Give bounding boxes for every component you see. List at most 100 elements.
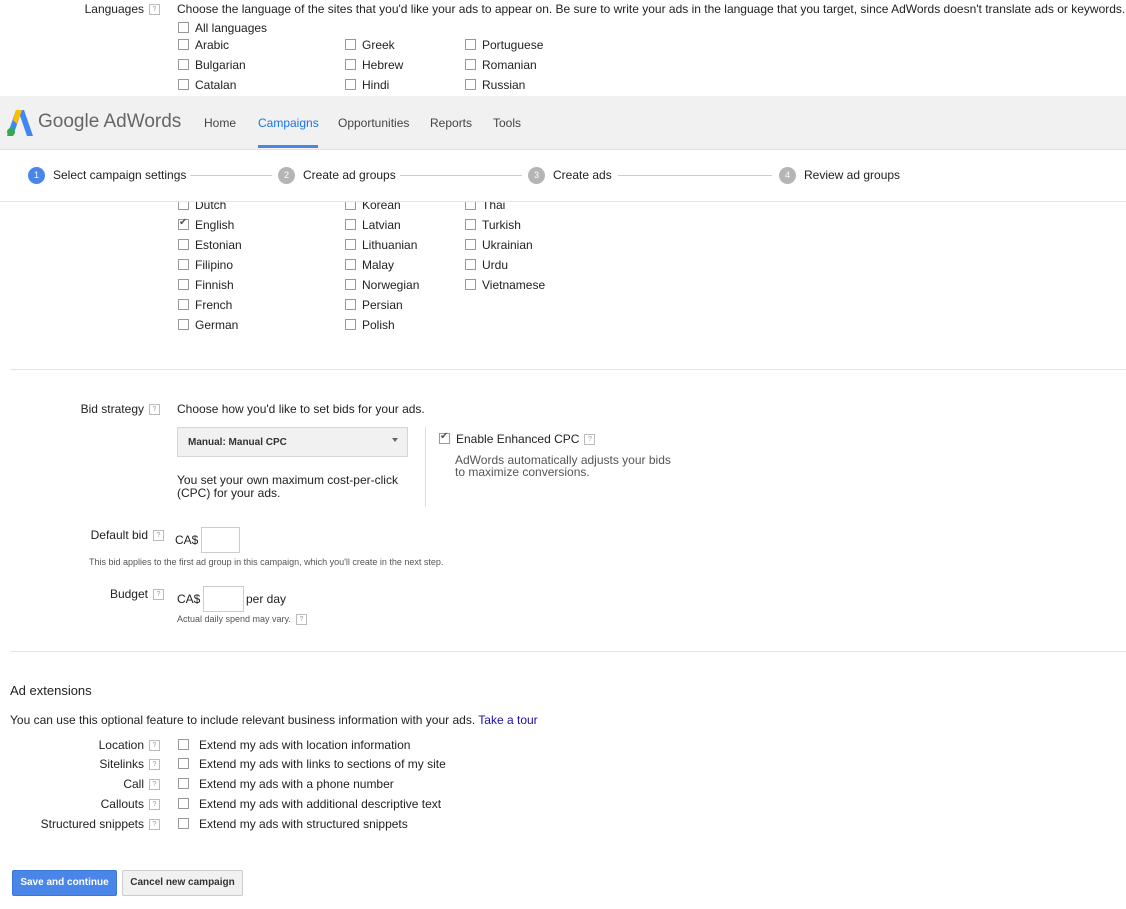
language-option-all[interactable]: All languages (178, 21, 267, 35)
checkbox-icon[interactable] (178, 59, 189, 71)
help-icon[interactable]: ? (149, 779, 160, 791)
checkbox-icon[interactable] (178, 778, 189, 790)
checkbox-icon[interactable] (465, 79, 476, 91)
help-icon[interactable]: ? (295, 614, 307, 626)
language-option[interactable]: Norwegian (345, 278, 419, 292)
checkbox-icon[interactable] (465, 279, 476, 291)
checkbox-checked-icon[interactable] (439, 431, 450, 445)
checkbox-icon[interactable] (345, 259, 356, 271)
languages-description: Choose the language of the sites that yo… (177, 2, 1126, 16)
nav-reports[interactable]: Reports (430, 116, 472, 130)
language-option[interactable]: German (178, 318, 238, 332)
checkbox-icon[interactable] (178, 798, 189, 810)
language-option[interactable]: Arabic (178, 38, 229, 52)
checkbox-checked-icon[interactable] (178, 217, 189, 231)
language-option[interactable]: Hebrew (345, 58, 403, 72)
checkbox-icon[interactable] (465, 259, 476, 271)
language-option[interactable]: Turkish (465, 218, 521, 232)
checkbox-icon[interactable] (465, 39, 476, 51)
help-icon[interactable]: ? (153, 530, 164, 542)
language-option[interactable]: Polish (345, 318, 395, 332)
language-option[interactable]: Greek (345, 38, 395, 52)
ad-extension-option[interactable]: Extend my ads with structured snippets (178, 817, 408, 831)
ad-extension-option[interactable]: Extend my ads with links to sections of … (178, 757, 446, 771)
bid-strategy-description: Choose how you'd like to set bids for yo… (177, 402, 425, 416)
checkbox-icon[interactable] (178, 818, 189, 830)
language-option[interactable]: Persian (345, 298, 403, 312)
help-icon[interactable]: ? (149, 4, 160, 16)
checkbox-icon[interactable] (345, 79, 356, 91)
bid-strategy-select[interactable]: Manual: Manual CPC (177, 427, 408, 457)
checkbox-icon[interactable] (178, 259, 189, 271)
checkbox-icon[interactable] (465, 59, 476, 71)
checkbox-icon[interactable] (345, 279, 356, 291)
checkbox-icon[interactable] (178, 299, 189, 311)
ad-extension-option[interactable]: Extend my ads with additional descriptiv… (178, 797, 441, 811)
budget-input[interactable] (203, 586, 244, 612)
language-option[interactable]: Latvian (345, 218, 401, 232)
language-option[interactable]: Ukrainian (465, 238, 533, 252)
checkbox-icon[interactable] (178, 739, 189, 751)
checkbox-icon[interactable] (178, 319, 189, 331)
app-logo-text[interactable]: Google AdWords (38, 111, 181, 133)
checkbox-icon[interactable] (345, 39, 356, 51)
step-create-ads[interactable]: Create ads (553, 168, 612, 182)
step-select-settings[interactable]: Select campaign settings (53, 168, 186, 182)
help-icon[interactable]: ? (149, 819, 160, 831)
language-option-english[interactable]: English (178, 217, 234, 232)
ad-extension-option[interactable]: Extend my ads with location information (178, 738, 410, 752)
language-option[interactable]: Bulgarian (178, 58, 246, 72)
language-option[interactable]: Hindi (345, 78, 389, 92)
language-option[interactable]: Portuguese (465, 38, 543, 52)
default-bid-input[interactable] (201, 527, 240, 553)
checkbox-icon[interactable] (178, 279, 189, 291)
checkbox-icon[interactable] (178, 758, 189, 770)
step-create-ad-groups[interactable]: Create ad groups (303, 168, 396, 182)
checkbox-icon[interactable] (345, 299, 356, 311)
language-option[interactable]: Romanian (465, 58, 537, 72)
ad-extensions-description: You can use this optional feature to inc… (10, 713, 538, 727)
section-divider (10, 651, 1126, 652)
help-icon[interactable]: ? (149, 759, 160, 771)
checkbox-icon[interactable] (345, 219, 356, 231)
checkbox-icon[interactable] (345, 59, 356, 71)
language-option[interactable]: Russian (465, 78, 525, 92)
checkbox-icon[interactable] (178, 79, 189, 91)
adwords-logo-icon[interactable] (7, 110, 33, 136)
checkbox-icon[interactable] (465, 219, 476, 231)
language-option[interactable]: Estonian (178, 238, 242, 252)
checkbox-icon[interactable] (178, 39, 189, 51)
language-option[interactable]: Finnish (178, 278, 234, 292)
checkbox-icon[interactable] (345, 239, 356, 251)
ad-extension-option[interactable]: Extend my ads with a phone number (178, 777, 394, 791)
default-bid-currency: CA$ (175, 533, 199, 547)
cancel-new-campaign-button[interactable]: Cancel new campaign (122, 870, 243, 896)
help-icon[interactable]: ? (153, 589, 164, 601)
checkbox-icon[interactable] (178, 239, 189, 251)
nav-home[interactable]: Home (204, 116, 236, 130)
take-a-tour-link[interactable]: Take a tour (478, 713, 537, 727)
nav-tools[interactable]: Tools (493, 116, 521, 130)
step-number-badge: 3 (528, 167, 545, 184)
help-icon[interactable]: ? (149, 740, 160, 752)
app-header: Google AdWords Home Campaigns Opportunit… (0, 96, 1126, 150)
checkbox-icon[interactable] (345, 319, 356, 331)
checkbox-icon[interactable] (178, 22, 189, 34)
help-icon[interactable]: ? (584, 434, 596, 446)
step-review-ad-groups[interactable]: Review ad groups (804, 168, 900, 182)
language-option[interactable]: Urdu (465, 258, 508, 272)
nav-campaigns[interactable]: Campaigns (258, 116, 319, 130)
enhanced-cpc-option[interactable]: Enable Enhanced CPC? (439, 431, 596, 446)
language-option[interactable]: Lithuanian (345, 238, 417, 252)
language-option[interactable]: Catalan (178, 78, 236, 92)
help-icon[interactable]: ? (149, 404, 160, 416)
language-option[interactable]: Malay (345, 258, 394, 272)
nav-opportunities[interactable]: Opportunities (338, 116, 409, 130)
language-option[interactable]: Vietnamese (465, 278, 545, 292)
save-and-continue-button[interactable]: Save and continue (12, 870, 117, 896)
enhanced-cpc-note: AdWords automatically adjusts your bids … (455, 453, 671, 479)
help-icon[interactable]: ? (149, 799, 160, 811)
checkbox-icon[interactable] (465, 239, 476, 251)
language-option[interactable]: Filipino (178, 258, 233, 272)
language-option[interactable]: French (178, 298, 232, 312)
